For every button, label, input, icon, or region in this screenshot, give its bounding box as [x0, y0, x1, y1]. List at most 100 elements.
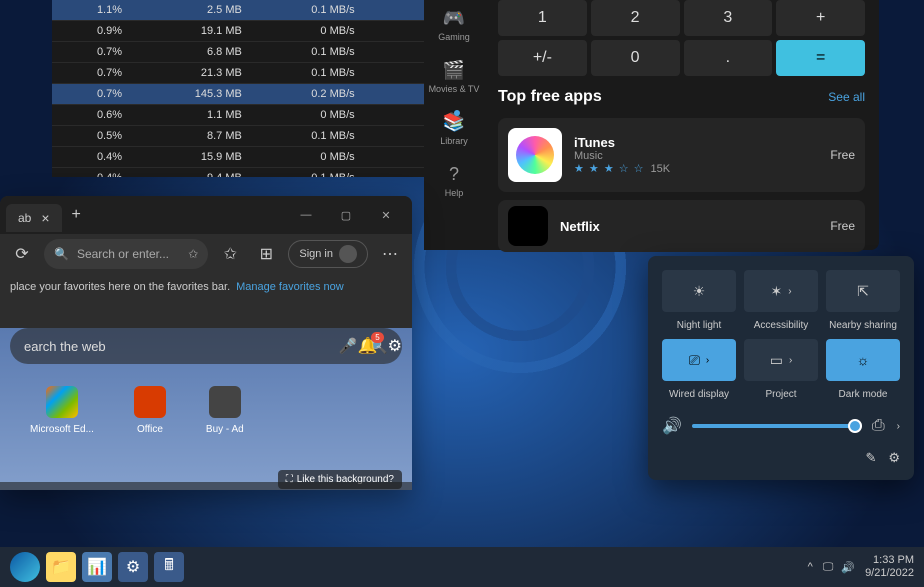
qs-button[interactable]: ⎚› — [662, 339, 736, 381]
chevron-right-icon[interactable]: › — [897, 421, 900, 432]
notifications-icon[interactable]: 🔔5 — [358, 336, 378, 356]
qs-tile-nightlight[interactable]: ☀Night light — [662, 270, 736, 331]
qs-button[interactable]: ⇱ — [826, 270, 900, 312]
app-category: Music — [574, 150, 818, 162]
taskbar: 📁 📊 ⚙ 🖩 ^ 🖵 🔊 1:33 PM 9/21/2022 — [0, 547, 924, 587]
process-row[interactable]: 0.7%21.3 MB0.1 MB/s0 Mbps — [52, 63, 479, 84]
qs-tile-darkmode[interactable]: ☼Dark mode — [826, 339, 900, 400]
settings-icon[interactable]: ⚙ — [888, 450, 900, 466]
tile-icon — [46, 386, 78, 418]
address-placeholder: Search or enter... — [77, 247, 169, 261]
process-row[interactable]: 0.4%15.9 MB0 MB/s0 Mbps — [52, 147, 479, 168]
qs-tile-nearbysharing[interactable]: ⇱Nearby sharing — [826, 270, 900, 331]
qs-tile-project[interactable]: ▭›Project — [744, 339, 818, 400]
qs-icon: ⎚ — [689, 352, 700, 369]
see-all-link[interactable]: See all — [828, 90, 865, 104]
calc-key-+/-[interactable]: +/- — [498, 40, 587, 76]
taskbar-settings-icon[interactable]: ⚙ — [118, 552, 148, 582]
quick-link-tile[interactable]: Office — [134, 386, 166, 435]
tray-icons[interactable]: 🖵 🔊 — [823, 561, 855, 574]
menu-icon[interactable]: ⋯ — [376, 240, 404, 268]
process-row[interactable]: 0.9%19.1 MB0 MB/s0 Mbps — [52, 21, 479, 42]
sidebar-item-gaming[interactable]: 🎮Gaming — [438, 8, 470, 42]
read-aloud-icon[interactable]: ✩ — [188, 247, 198, 261]
tile-icon — [209, 386, 241, 418]
signin-button[interactable]: Sign in — [288, 240, 368, 268]
sidebar-icon: ? — [449, 164, 459, 185]
calc-key-+[interactable]: + — [776, 0, 865, 36]
sidebar-item-library[interactable]: 📚Library — [440, 112, 468, 146]
edit-icon[interactable]: ✎ — [865, 450, 876, 466]
browser-tab[interactable]: ab × — [6, 204, 62, 232]
gear-icon[interactable]: ⚙ — [388, 336, 402, 356]
browser-window: ab × + — ▢ ✕ ⟳ 🔍 Search or enter... ✩ ✩ … — [0, 196, 412, 490]
sidebar-item-moviestv[interactable]: 🎬Movies & TV — [429, 60, 480, 94]
app-rating: ★ ★ ★ ☆ ☆15K — [574, 162, 818, 175]
app-card[interactable]: Netflix Free — [498, 200, 865, 252]
collections-icon[interactable]: ⊞ — [252, 240, 280, 268]
chevron-right-icon: › — [706, 355, 709, 366]
task-manager-window: 1.1%2.5 MB0.1 MB/s0 Mbps0.9%19.1 MB0 MB/… — [52, 0, 479, 177]
avatar-icon — [339, 245, 357, 263]
taskbar-taskmgr-icon[interactable]: 📊 — [82, 552, 112, 582]
indicator-dot — [454, 110, 460, 116]
qs-icon: ⇱ — [857, 283, 869, 300]
app-card[interactable]: iTunes Music ★ ★ ★ ☆ ☆15K Free — [498, 118, 865, 192]
tile-icon — [134, 386, 166, 418]
process-row[interactable]: 0.7%6.8 MB0.1 MB/s0.1 Mbps — [52, 42, 479, 63]
qs-tile-wireddisplay[interactable]: ⎚›Wired display — [662, 339, 736, 400]
favorites-icon[interactable]: ✩ — [216, 240, 244, 268]
qs-button[interactable]: ✶› — [744, 270, 818, 312]
address-bar[interactable]: 🔍 Search or enter... ✩ — [44, 239, 208, 269]
sidebar-item-help[interactable]: ?Help — [445, 164, 464, 198]
tab-close-icon[interactable]: × — [41, 210, 49, 226]
qs-button[interactable]: ☀ — [662, 270, 736, 312]
calc-key-=[interactable]: = — [776, 40, 865, 76]
qs-icon: ☼ — [857, 352, 870, 368]
app-icon — [508, 128, 562, 182]
refresh-icon[interactable]: ⟳ — [8, 240, 36, 268]
calc-key-2[interactable]: 2 — [591, 0, 680, 36]
quick-link-tile[interactable]: Microsoft Ed... — [30, 386, 94, 435]
taskbar-calc-icon[interactable]: 🖩 — [154, 552, 184, 582]
qs-button[interactable]: ☼ — [826, 339, 900, 381]
process-row[interactable]: 0.5%8.7 MB0.1 MB/s0 Mbps — [52, 126, 479, 147]
qs-tile-accessibility[interactable]: ✶›Accessibility — [744, 270, 818, 331]
microphone-icon[interactable]: 🎤 — [339, 337, 358, 355]
cast-icon[interactable]: ⎙ — [872, 417, 885, 435]
process-row[interactable]: 1.1%2.5 MB0.1 MB/s0 Mbps — [52, 0, 479, 21]
app-price: Free — [830, 219, 855, 233]
qs-icon: ☀ — [693, 283, 706, 300]
favorites-bar: place your favorites here on the favorit… — [0, 274, 412, 300]
display-icon[interactable]: 🖵 — [823, 561, 834, 574]
search-icon: 🔍 — [54, 247, 69, 261]
tray-clock[interactable]: 1:33 PM 9/21/2022 — [865, 554, 914, 580]
minimize-button[interactable]: — — [286, 200, 326, 230]
qs-icon: ▭ — [770, 352, 783, 369]
tray-chevron-icon[interactable]: ^ — [808, 561, 813, 573]
process-row[interactable]: 0.4%9.4 MB0.1 MB/s0 Mbps — [52, 168, 479, 178]
calc-key-0[interactable]: 0 — [591, 40, 680, 76]
taskbar-edge-icon[interactable] — [10, 552, 40, 582]
web-search-box[interactable]: earch the web 🎤 🔍 — [10, 328, 402, 364]
volume-slider[interactable]: 🔊 ⎙ › — [662, 416, 900, 436]
manage-favorites-link[interactable]: Manage favorites now — [236, 281, 344, 293]
taskbar-explorer-icon[interactable]: 📁 — [46, 552, 76, 582]
process-row[interactable]: 0.6%1.1 MB0 MB/s0 Mbps — [52, 105, 479, 126]
quick-settings-panel: ☀Night light✶›Accessibility⇱Nearby shari… — [648, 256, 914, 480]
chevron-right-icon: › — [788, 286, 791, 297]
qs-icon: ✶ — [770, 283, 782, 300]
calc-key-.[interactable]: . — [684, 40, 773, 76]
chevron-right-icon: › — [789, 355, 792, 366]
new-tab-button[interactable]: + — [72, 206, 81, 224]
tab-bar: ab × + — ▢ ✕ — [0, 196, 412, 234]
calc-key-1[interactable]: 1 — [498, 0, 587, 36]
close-button[interactable]: ✕ — [366, 200, 406, 230]
process-row[interactable]: 0.7%145.3 MB0.2 MB/s0 Mbps — [52, 84, 479, 105]
store-section-header: Top free apps — [498, 88, 602, 106]
qs-button[interactable]: ▭› — [744, 339, 818, 381]
volume-icon[interactable]: 🔊 — [841, 561, 855, 574]
calc-key-3[interactable]: 3 — [684, 0, 773, 36]
maximize-button[interactable]: ▢ — [326, 200, 366, 230]
quick-link-tile[interactable]: Buy - Ad — [206, 386, 244, 435]
